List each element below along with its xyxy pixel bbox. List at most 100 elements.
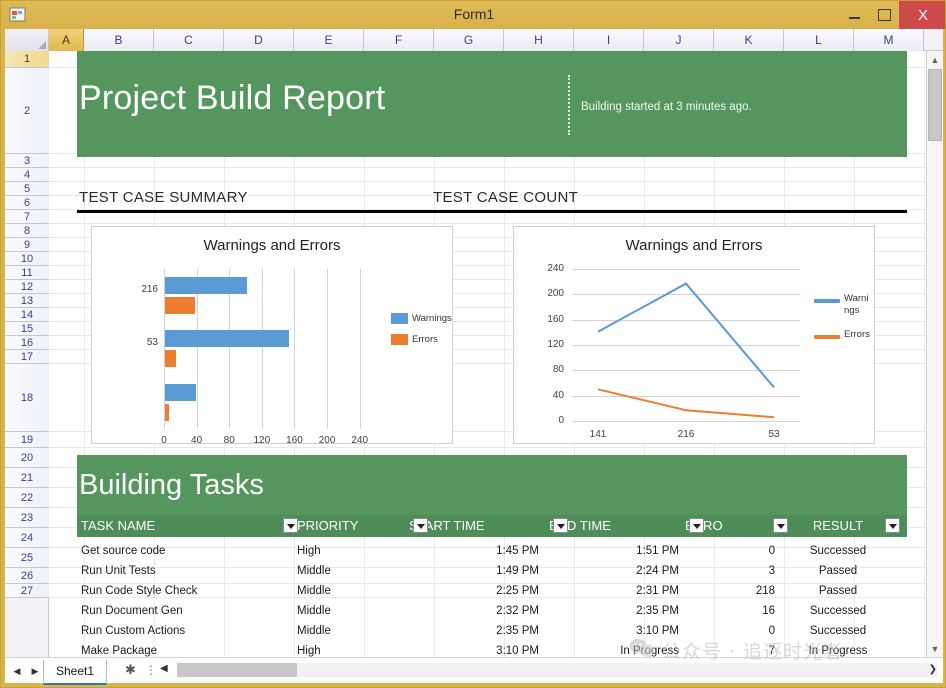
section-label-summary: TEST CASE SUMMARY (79, 189, 248, 206)
row-header-19[interactable]: 19 (5, 432, 49, 448)
row-header-6[interactable]: 6 (5, 196, 49, 210)
application-window: Form1 X ABCDEFGHIJKLM 1 2 3 4 5 6 7 8 9 10 11 12 13 1… (0, 0, 946, 688)
column-header-a[interactable]: A (49, 29, 84, 51)
nav-prev-icon[interactable]: ◀ (9, 662, 25, 680)
cell-start: 2:25 PM (496, 585, 539, 597)
row-header-9[interactable]: 9 (5, 238, 49, 252)
cell-start: 1:49 PM (496, 565, 539, 577)
close-button[interactable]: X (899, 1, 945, 29)
row-header-24[interactable]: 24 (5, 528, 49, 548)
nav-next-icon[interactable]: ▶ (27, 662, 43, 680)
add-sheet-icon[interactable]: ✱ (125, 662, 136, 678)
row-header-5[interactable]: 5 (5, 182, 49, 196)
chart-warnings-errors-bar[interactable]: Warnings and Errors 0 40 80 120 160 200 240 216… (91, 226, 453, 446)
cell-task: Run Custom Actions (81, 625, 186, 637)
vertical-scrollbar[interactable]: ▲ ▼ (926, 51, 943, 657)
filter-dropdown-icon[interactable] (773, 518, 788, 533)
x-axis-tick-label: 40 (191, 435, 203, 446)
header-divider (568, 75, 570, 135)
sheet-canvas[interactable]: Project Build Report Building started at… (49, 51, 943, 657)
row-header-1[interactable]: 1 (5, 51, 49, 68)
cell-result: Successed (809, 605, 867, 617)
row-header-10[interactable]: 10 (5, 252, 49, 266)
x-axis-tick-label: 160 (286, 435, 303, 446)
chart-gridline (327, 269, 329, 429)
legend-label-errors: Errors (844, 329, 870, 340)
row-header-8[interactable]: 8 (5, 224, 49, 238)
scroll-left-icon[interactable]: ◀ (160, 663, 168, 674)
cell-err: 3 (768, 565, 775, 577)
filter-dropdown-icon[interactable] (283, 518, 298, 533)
cell-start: 1:45 PM (496, 545, 539, 557)
row-header-3[interactable]: 3 (5, 154, 49, 168)
row-header-21[interactable]: 21 (5, 468, 49, 488)
horizontal-scroll-thumb[interactable] (177, 663, 297, 677)
column-header-b[interactable]: B (84, 29, 154, 51)
column-header-l[interactable]: L (784, 29, 854, 51)
row-header-25[interactable]: 25 (5, 548, 49, 568)
filter-dropdown-icon[interactable] (553, 518, 568, 533)
row-header-2[interactable]: 2 (5, 68, 49, 154)
cell-result: Passed (818, 565, 858, 577)
line-series-errors (597, 388, 775, 419)
row-header-27[interactable]: 27 (5, 584, 49, 598)
column-header-m[interactable]: M (854, 29, 924, 51)
minimize-button[interactable] (839, 1, 869, 29)
row-header-23[interactable]: 23 (5, 508, 49, 528)
row-header-11[interactable]: 11 (5, 266, 49, 280)
cell-err: 218 (755, 585, 775, 597)
x-axis-tick-label: 0 (161, 435, 167, 446)
cell-pri: Middle (297, 605, 331, 617)
column-header-d[interactable]: D (224, 29, 294, 51)
cell-task: Run Code Style Check (81, 585, 198, 597)
chart-gridline (294, 269, 296, 429)
chart-gridline (359, 269, 361, 429)
column-header-j[interactable]: J (644, 29, 714, 51)
filter-dropdown-icon[interactable] (689, 518, 704, 533)
cell-err: 0 (768, 545, 775, 557)
vertical-scroll-thumb[interactable] (928, 69, 942, 141)
cell-end: 1:51 PM (636, 545, 679, 557)
column-header-k[interactable]: K (714, 29, 784, 51)
filter-dropdown-icon[interactable] (885, 518, 900, 533)
wechat-icon (629, 638, 655, 664)
bar-errors-0 (165, 297, 196, 314)
column-header-g[interactable]: G (434, 29, 504, 51)
window-title: Form1 (453, 6, 495, 22)
cell-end: 2:31 PM (636, 585, 679, 597)
column-header-c[interactable]: C (154, 29, 224, 51)
column-header-h[interactable]: H (504, 29, 574, 51)
column-header-i[interactable]: I (574, 29, 644, 51)
row-header-17[interactable]: 17 (5, 350, 49, 364)
spreadsheet-surface: ABCDEFGHIJKLM 1 2 3 4 5 6 7 8 9 10 11 12 13 14 15 16 17 1… (5, 29, 943, 657)
scroll-right-icon[interactable]: ❯ (929, 664, 937, 675)
filter-dropdown-icon[interactable] (413, 518, 428, 533)
row-header-13[interactable]: 13 (5, 294, 49, 308)
row-header-18[interactable]: 18 (5, 364, 49, 432)
row-header-20[interactable]: 20 (5, 448, 49, 468)
row-header-26[interactable]: 26 (5, 568, 49, 584)
scroll-up-icon[interactable]: ▲ (927, 51, 943, 68)
bar-warnings-2 (165, 383, 196, 401)
scroll-down-icon[interactable]: ▼ (927, 640, 943, 657)
cell-task: Run Document Gen (81, 605, 183, 617)
sheet-options-icon[interactable]: ⋮ (145, 663, 157, 677)
row-header-14[interactable]: 14 (5, 308, 49, 322)
row-header-15[interactable]: 15 (5, 322, 49, 336)
category-label-0: 216 (141, 283, 158, 295)
column-header-task: TASK NAME (81, 518, 156, 533)
column-header-e[interactable]: E (294, 29, 364, 51)
row-header-22[interactable]: 22 (5, 488, 49, 508)
row-header-7[interactable]: 7 (5, 210, 49, 224)
maximize-button[interactable] (869, 1, 899, 29)
column-header-f[interactable]: F (364, 29, 434, 51)
legend-label-warnings: Warnings (412, 313, 452, 324)
section-rule (77, 210, 907, 213)
row-header-12[interactable]: 12 (5, 280, 49, 294)
row-header-16[interactable]: 16 (5, 336, 49, 350)
chart-warnings-errors-line[interactable]: Warnings and Errors 240 200 160 120 80 40 0 141… (513, 226, 875, 444)
column-header-pri: PRIORITY (297, 518, 359, 533)
row-header-4[interactable]: 4 (5, 168, 49, 182)
sheet-tab-sheet1[interactable]: Sheet1 (43, 660, 108, 685)
select-all-corner[interactable] (5, 29, 49, 51)
